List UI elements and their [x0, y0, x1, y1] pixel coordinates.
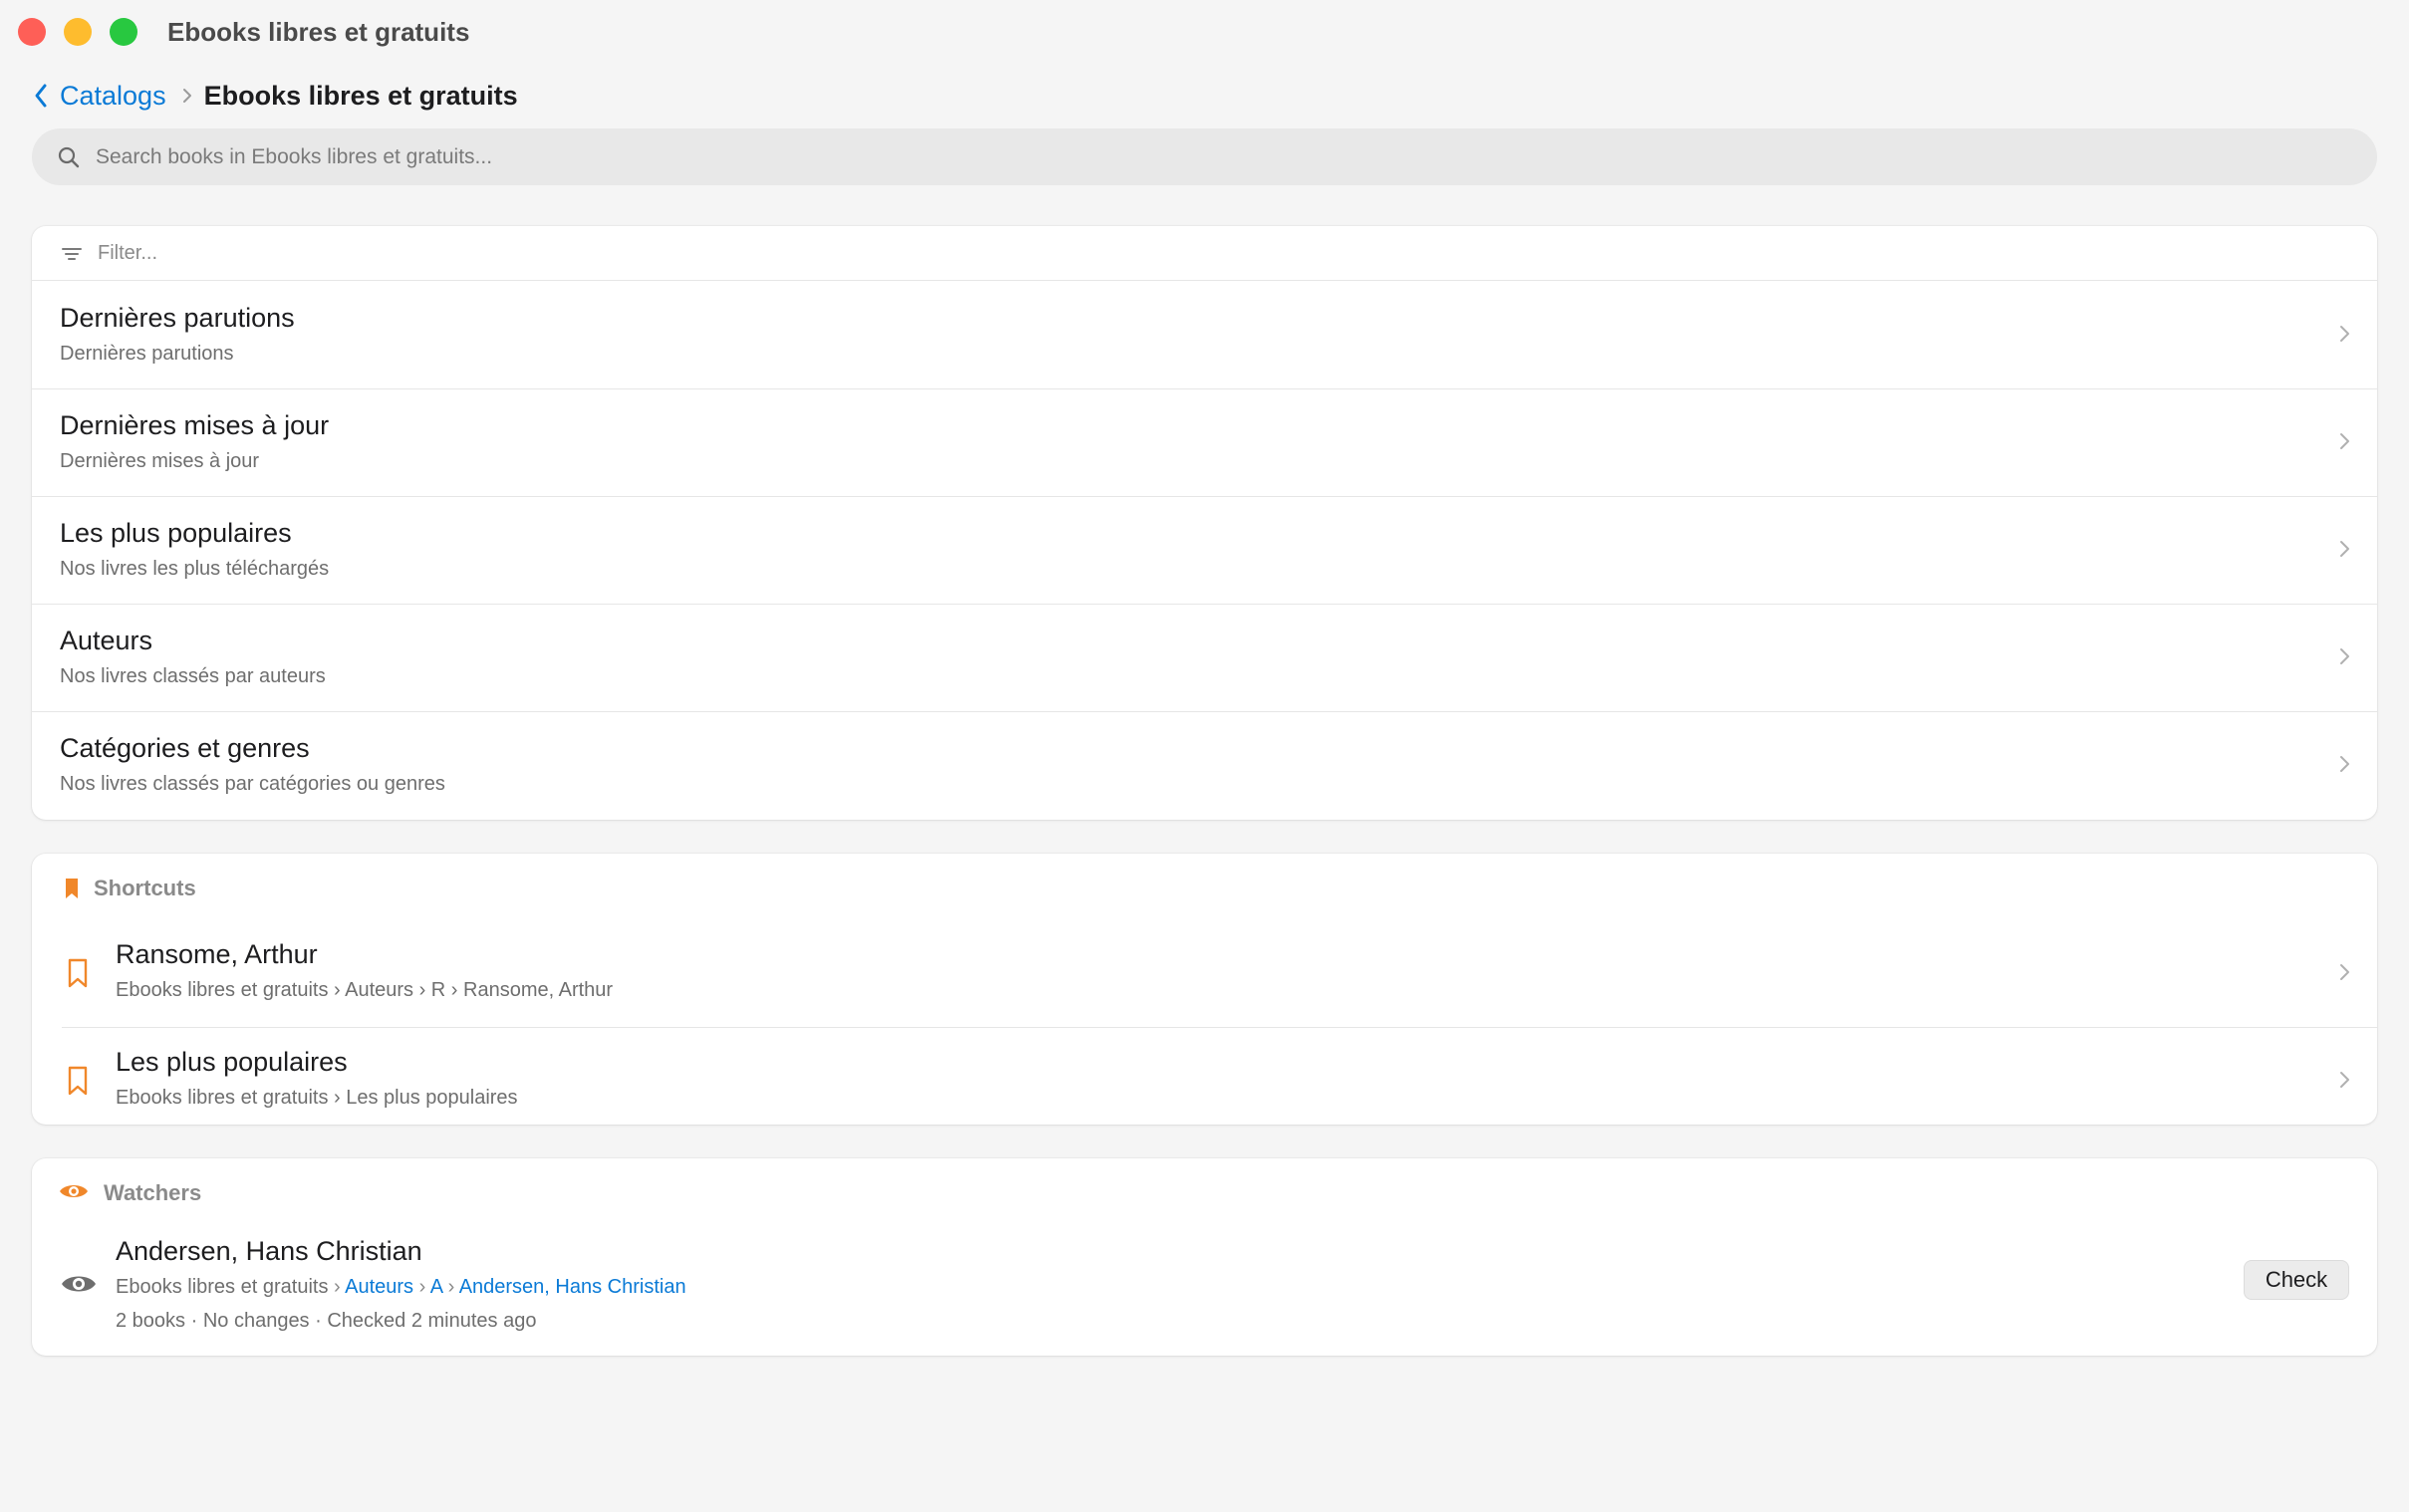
check-button[interactable]: Check: [2244, 1260, 2349, 1300]
watchers-header-label: Watchers: [104, 1180, 202, 1205]
chevron-left-icon[interactable]: [30, 81, 52, 111]
bookmark-outline-icon: [66, 1065, 90, 1097]
filter-input[interactable]: [96, 226, 2347, 281]
shortcuts-header: Shortcuts: [32, 854, 2377, 919]
shortcut-path: Ebooks libres et gratuits › Auteurs › R …: [116, 979, 614, 1001]
filter-row: [32, 226, 2377, 281]
shortcuts-header-label: Shortcuts: [94, 876, 196, 900]
catalog-card: Dernières parutions Dernières parutions …: [32, 226, 2377, 820]
minimize-window-button[interactable]: [64, 18, 92, 46]
catalog-row-dernieres-parutions[interactable]: Dernières parutions Dernières parutions: [32, 281, 2377, 388]
window-title: Ebooks libres et gratuits: [167, 17, 470, 47]
watcher-meta: 2 books · No changes · Checked 2 minutes…: [116, 1310, 537, 1332]
path-separator: ›: [447, 1276, 455, 1298]
shortcut-title: Les plus populaires: [116, 1047, 348, 1077]
row-title: Dernières parutions: [60, 303, 295, 333]
shortcut-path: Ebooks libres et gratuits › Les plus pop…: [116, 1087, 518, 1109]
row-subtitle: Dernières mises à jour: [60, 450, 260, 472]
row-title: Les plus populaires: [60, 518, 292, 548]
chevron-right-icon: [2335, 321, 2353, 347]
chevron-right-icon: [2335, 959, 2353, 985]
watcher-path: Ebooks libres et gratuits › Auteurs › A …: [116, 1276, 686, 1299]
row-title: Dernières mises à jour: [60, 410, 330, 440]
breadcrumb-back-link[interactable]: Catalogs: [60, 81, 166, 112]
breadcrumb: Catalogs Ebooks libres et gratuits: [30, 78, 518, 114]
eye-icon: [60, 1270, 98, 1298]
watcher-path-root: Ebooks libres et gratuits: [116, 1276, 329, 1298]
row-subtitle: Nos livres les plus téléchargés: [60, 558, 330, 580]
row-subtitle: Dernières parutions: [60, 343, 234, 365]
title-bar: Ebooks libres et gratuits: [0, 0, 2409, 64]
shortcut-item[interactable]: Ransome, Arthur Ebooks libres et gratuit…: [32, 919, 2377, 1027]
row-title: Auteurs: [60, 626, 153, 655]
path-separator: ›: [334, 1276, 341, 1298]
row-subtitle: Nos livres classés par catégories ou gen…: [60, 773, 445, 795]
catalog-row-dernieres-mises-a-jour[interactable]: Dernières mises à jour Dernières mises à…: [32, 388, 2377, 496]
row-subtitle: Nos livres classés par auteurs: [60, 665, 326, 687]
catalog-row-auteurs[interactable]: Auteurs Nos livres classés par auteurs: [32, 604, 2377, 711]
app-window: Ebooks libres et gratuits Catalogs Ebook…: [0, 0, 2409, 1512]
path-separator: ›: [418, 1276, 426, 1298]
bookmark-filled-icon: [60, 876, 86, 901]
watcher-path-link-auteurs[interactable]: Auteurs: [345, 1276, 413, 1298]
bookmark-outline-icon: [66, 957, 90, 989]
close-window-button[interactable]: [18, 18, 46, 46]
chevron-right-icon: [2335, 751, 2353, 777]
breadcrumb-current: Ebooks libres et gratuits: [203, 80, 518, 111]
shortcut-title: Ransome, Arthur: [116, 939, 318, 969]
watcher-path-link-letter[interactable]: A: [430, 1276, 442, 1298]
search-bar: [32, 128, 2377, 185]
watcher-path-link-author[interactable]: Andersen, Hans Christian: [459, 1276, 686, 1298]
catalog-row-categories-et-genres[interactable]: Catégories et genres Nos livres classés …: [32, 711, 2377, 819]
row-title: Catégories et genres: [60, 733, 310, 763]
eye-icon: [58, 1178, 90, 1204]
chevron-right-icon: [2335, 643, 2353, 669]
watcher-title: Andersen, Hans Christian: [116, 1236, 422, 1266]
chevron-right-icon: [2335, 1067, 2353, 1093]
chevron-right-icon: [176, 81, 198, 111]
shortcut-item[interactable]: Les plus populaires Ebooks libres et gra…: [32, 1027, 2377, 1125]
chevron-right-icon: [2335, 428, 2353, 454]
chevron-right-icon: [2335, 536, 2353, 562]
watchers-card: Watchers Andersen, Hans Christian Ebooks…: [32, 1158, 2377, 1356]
search-input[interactable]: [96, 128, 2347, 185]
watcher-item: Andersen, Hans Christian Ebooks libres e…: [32, 1222, 2377, 1356]
zoom-window-button[interactable]: [110, 18, 137, 46]
shortcuts-card: Shortcuts Ransome, Arthur Ebooks libres …: [32, 854, 2377, 1125]
filter-lines-icon: [60, 242, 84, 266]
watchers-header: Watchers: [32, 1158, 2377, 1222]
search-icon: [56, 144, 82, 170]
catalog-row-les-plus-populaires[interactable]: Les plus populaires Nos livres les plus …: [32, 496, 2377, 604]
